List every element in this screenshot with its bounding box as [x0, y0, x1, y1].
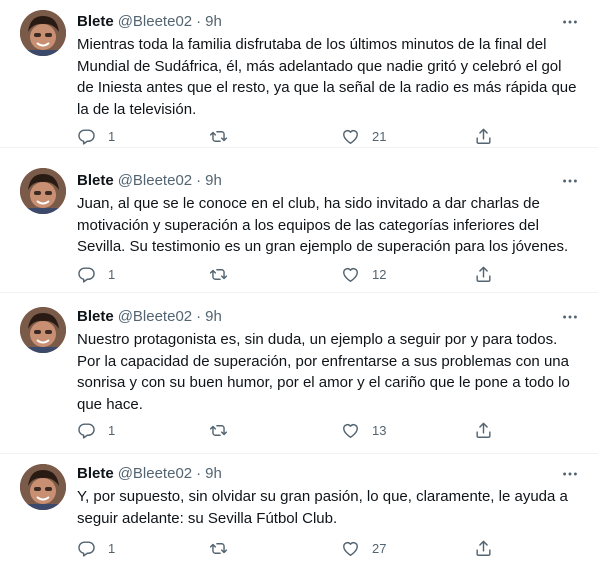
reply-icon [77, 539, 96, 558]
avatar[interactable] [20, 168, 66, 214]
share-icon [474, 539, 493, 558]
more-horizontal-icon[interactable] [560, 464, 580, 484]
retweet-button[interactable] [209, 419, 240, 441]
share-icon [474, 265, 493, 284]
tweet[interactable]: Blete @Bleete02 · 9h Mientras toda la fa… [0, 0, 598, 148]
reply-icon [77, 127, 96, 146]
like-count: 13 [372, 422, 387, 438]
heart-icon [341, 127, 360, 146]
user-handle[interactable]: @Bleete02 [118, 12, 192, 32]
tweet-actions: 1 12 [77, 263, 517, 285]
tweet-actions: 1 27 [77, 537, 517, 559]
retweet-button[interactable] [209, 125, 240, 147]
reply-button[interactable]: 1 [77, 537, 115, 559]
reply-icon [77, 421, 96, 440]
heart-icon [341, 539, 360, 558]
reply-icon [77, 265, 96, 284]
tweet-actions: 1 13 [77, 419, 517, 441]
retweet-button[interactable] [209, 537, 240, 559]
separator-dot: · [196, 308, 202, 325]
timestamp[interactable]: 9h [205, 171, 222, 191]
display-name[interactable]: Blete [77, 171, 114, 191]
separator-dot: · [196, 465, 202, 482]
user-handle[interactable]: @Bleete02 [118, 464, 192, 484]
like-button[interactable]: 27 [341, 537, 386, 559]
timestamp[interactable]: 9h [205, 12, 222, 32]
tweet-header: Blete @Bleete02 · 9h [77, 464, 580, 484]
reply-count: 1 [108, 266, 116, 282]
reply-count: 1 [108, 540, 116, 556]
tweet[interactable]: Blete @Bleete02 · 9h Nuestro protagonist… [0, 293, 598, 454]
display-name[interactable]: Blete [77, 307, 114, 327]
separator-dot: · [196, 13, 202, 30]
tweet[interactable]: Blete @Bleete02 · 9h Juan, al que se le … [0, 148, 598, 293]
tweet[interactable]: Blete @Bleete02 · 9h Y, por supuesto, si… [0, 454, 598, 565]
separator-dot: · [196, 172, 202, 189]
heart-icon [341, 265, 360, 284]
timestamp[interactable]: 9h [205, 464, 222, 484]
tweet-text: Juan, al que se le conoce en el club, ha… [77, 195, 569, 255]
retweet-button[interactable] [209, 263, 240, 285]
share-icon [474, 127, 493, 146]
timestamp[interactable]: 9h [205, 307, 222, 327]
heart-icon [341, 421, 360, 440]
user-handle[interactable]: @Bleete02 [118, 171, 192, 191]
tweet-header: Blete @Bleete02 · 9h [77, 307, 580, 327]
retweet-icon [209, 539, 228, 558]
like-count: 12 [372, 266, 387, 282]
reply-button[interactable]: 1 [77, 125, 115, 147]
retweet-icon [209, 127, 228, 146]
tweet-header: Blete @Bleete02 · 9h [77, 171, 580, 191]
tweet-text: Y, por supuesto, sin olvidar su gran pas… [77, 488, 568, 527]
avatar[interactable] [20, 307, 66, 353]
more-horizontal-icon[interactable] [560, 12, 580, 32]
like-button[interactable]: 21 [341, 125, 386, 147]
share-icon [474, 421, 493, 440]
reply-button[interactable]: 1 [77, 263, 115, 285]
more-horizontal-icon[interactable] [560, 307, 580, 327]
like-count: 27 [372, 540, 387, 556]
tweet-header: Blete @Bleete02 · 9h [77, 12, 580, 32]
more-horizontal-icon[interactable] [560, 171, 580, 191]
like-count: 21 [372, 128, 387, 144]
reply-button[interactable]: 1 [77, 419, 115, 441]
avatar[interactable] [20, 10, 66, 56]
share-button[interactable] [474, 125, 493, 147]
like-button[interactable]: 12 [341, 263, 386, 285]
like-button[interactable]: 13 [341, 419, 386, 441]
tweet-text: Mientras toda la familia disfrutaba de l… [77, 36, 577, 118]
share-button[interactable] [474, 263, 493, 285]
share-button[interactable] [474, 537, 493, 559]
user-handle[interactable]: @Bleete02 [118, 307, 192, 327]
reply-count: 1 [108, 422, 116, 438]
tweet-text: Nuestro protagonista es, sin duda, un ej… [77, 331, 570, 413]
retweet-icon [209, 265, 228, 284]
avatar[interactable] [20, 464, 66, 510]
share-button[interactable] [474, 419, 493, 441]
display-name[interactable]: Blete [77, 464, 114, 484]
display-name[interactable]: Blete [77, 12, 114, 32]
tweet-actions: 1 21 [77, 125, 517, 147]
reply-count: 1 [108, 128, 116, 144]
tweet-thread: Blete @Bleete02 · 9h Mientras toda la fa… [0, 0, 598, 565]
retweet-icon [209, 421, 228, 440]
